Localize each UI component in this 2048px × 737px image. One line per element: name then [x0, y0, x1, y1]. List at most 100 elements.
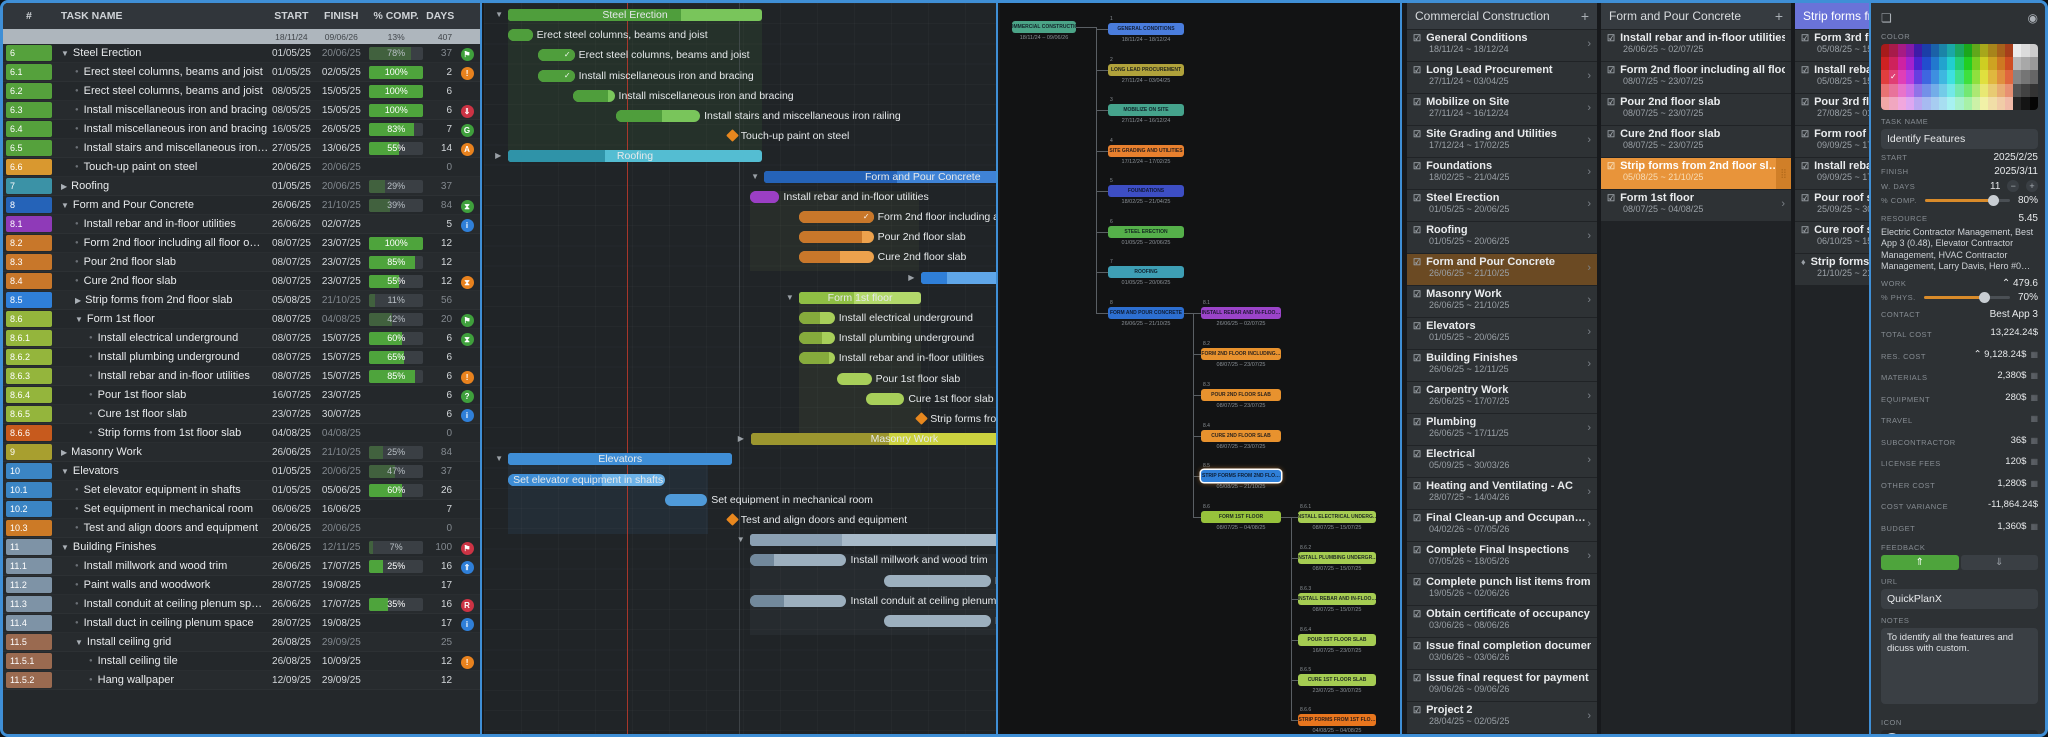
chevron-right-icon[interactable]: › [1587, 422, 1591, 434]
color-swatch[interactable] [1938, 70, 1948, 84]
table-row[interactable]: 10.2 ● Set equipment in mechanical room 06/… [3, 500, 480, 519]
cost-value[interactable]: 13,224.24$ [1990, 327, 2038, 338]
gantt-task-bar[interactable] [749, 594, 847, 607]
gantt-task-bar[interactable] [615, 110, 701, 122]
color-swatch[interactable] [2029, 96, 2038, 110]
chevron-right-icon[interactable]: › [1587, 198, 1591, 210]
color-swatch[interactable] [1955, 57, 1964, 71]
color-swatch[interactable] [1922, 70, 1931, 84]
pcomp-slider[interactable] [1924, 195, 2010, 206]
cost-grid-icon[interactable]: ▦ [2030, 436, 2038, 445]
flag-green-icon[interactable]: ⚑ [460, 314, 474, 327]
network-node[interactable]: INSTALL REBAR AND IN-FLOO… [1201, 307, 1281, 319]
color-swatch[interactable] [1922, 96, 1931, 110]
color-swatch[interactable] [2029, 83, 2038, 97]
color-swatch[interactable] [1938, 57, 1948, 71]
cost-value[interactable]: ▦ [2026, 413, 2038, 424]
color-swatch[interactable] [2004, 44, 2014, 58]
chevron-right-icon[interactable]: › [1587, 134, 1591, 146]
chevron-right-icon[interactable]: › [1587, 38, 1591, 50]
color-swatch[interactable] [2013, 83, 2022, 97]
color-swatch[interactable] [2021, 57, 2030, 71]
kanban-card[interactable]: ☑ Carpentry Work 26/06/25 ~ 17/07/25 › [1407, 382, 1597, 413]
color-swatch[interactable] [1947, 96, 1956, 110]
table-row[interactable]: 11 ▼ Building Finishes 26/06/25 12/11/25 7% 10… [3, 538, 480, 557]
table-row[interactable]: 6.3 ● Install miscellaneous iron and braci… [3, 101, 480, 120]
chevron-right-icon[interactable]: › [1587, 454, 1591, 466]
color-swatch[interactable] [1988, 96, 1997, 110]
color-swatch[interactable] [1905, 44, 1915, 58]
start-value[interactable]: 2025/2/25 [1994, 152, 2039, 163]
caret-down-icon[interactable]: ▼ [75, 638, 83, 647]
color-swatch[interactable] [2021, 70, 2030, 84]
gantt-task-bar[interactable] [884, 615, 991, 627]
color-swatch[interactable] [1963, 96, 1972, 110]
color-swatch[interactable] [1938, 83, 1948, 97]
color-swatch[interactable] [1922, 83, 1931, 97]
color-swatch[interactable] [1971, 57, 1981, 71]
gantt-task-bar[interactable] [572, 89, 615, 102]
color-swatch[interactable] [1971, 83, 1981, 97]
kanban-card[interactable]: ☑ Strip forms from 2nd floor sl… 05/08/25 … [1601, 158, 1791, 189]
cost-grid-icon[interactable]: ▦ [2030, 371, 2038, 380]
kanban-card[interactable]: ☑ Issue final request for payment 09/06/26… [1407, 670, 1597, 701]
color-swatch[interactable] [1930, 70, 1939, 84]
table-row[interactable]: 10.3 ● Test and align doors and equipment 2… [3, 519, 480, 538]
color-swatch[interactable] [1980, 70, 1989, 84]
gantt-collapse-icon[interactable]: ▼ [786, 292, 794, 304]
gantt-collapse-icon[interactable]: ▼ [737, 534, 745, 546]
column-header-finish[interactable]: FINISH [316, 10, 366, 22]
panel-play-icon[interactable]: ◉ [2028, 11, 2038, 25]
table-row[interactable]: 8.6 ▼ Form 1st floor 08/07/25 04/08/25 42% 20 ⚑ [3, 310, 480, 329]
info-blue-icon[interactable]: i [460, 618, 474, 631]
color-swatch[interactable] [2029, 57, 2038, 71]
table-row[interactable]: 6.2 ● Erect steel columns, beams and joist… [3, 82, 480, 101]
network-node[interactable]: STEEL ERECTION [1108, 226, 1184, 238]
network-node[interactable]: MOBILIZE ON SITE [1108, 104, 1184, 116]
network-node[interactable]: ROOFING [1108, 266, 1184, 278]
color-swatch[interactable] [1881, 44, 1890, 58]
caret-right-icon[interactable]: ▶ [75, 296, 81, 305]
network-node[interactable]: STRIP FORMS FROM 2ND FLO… [1201, 470, 1281, 482]
table-row[interactable]: 8.2 ● Form 2nd floor including all floor o… [3, 234, 480, 253]
gantt-collapse-icon[interactable]: ▼ [495, 453, 503, 465]
table-row[interactable]: 11.5.1 ● Install ceiling tile 26/08/25 10/09… [3, 652, 480, 671]
hourglass-orange-icon[interactable]: ⧗ [460, 276, 474, 289]
pphys-slider[interactable] [1923, 292, 2010, 303]
chevron-right-icon[interactable]: › [1587, 390, 1591, 402]
color-swatch[interactable] [1889, 83, 1898, 97]
chevron-right-icon[interactable]: › [1587, 294, 1591, 306]
table-row[interactable]: 10.1 ● Set elevator equipment in shafts 01/… [3, 481, 480, 500]
network-node[interactable]: GENERAL CONDITIONS [1108, 23, 1184, 35]
color-swatch[interactable] [1988, 70, 1997, 84]
milestone-diamond[interactable] [725, 513, 739, 526]
table-row[interactable]: 8.5 ▶ Strip forms from 2nd floor slab 05/08… [3, 291, 480, 310]
color-swatch[interactable] [1996, 44, 2005, 58]
gantt-task-bar[interactable] [798, 332, 835, 345]
color-swatch[interactable] [1905, 96, 1915, 110]
chevron-right-icon[interactable]: › [1587, 518, 1591, 530]
gantt-task-bar[interactable] [866, 392, 905, 405]
color-swatch[interactable] [1955, 83, 1964, 97]
cost-value[interactable]: 120$ ▦ [2005, 456, 2038, 467]
column-header-task-name[interactable]: TASK NAME [55, 10, 267, 22]
g-green-icon[interactable]: G [460, 124, 474, 137]
flag-green-icon[interactable]: ⚑ [460, 48, 474, 61]
cost-value[interactable]: 36$ ▦ [2011, 435, 2038, 446]
url-input[interactable]: QuickPlanX [1881, 588, 2038, 609]
chevron-right-icon[interactable]: › [1587, 230, 1591, 242]
network-node[interactable]: STRIP FORMS FROM 1ST FLO… [1298, 714, 1376, 726]
network-node[interactable]: LONG LEAD PROCUREMENT [1108, 64, 1184, 76]
color-swatch[interactable] [1996, 57, 2005, 71]
gantt-task-bar[interactable] [798, 312, 835, 324]
kanban-card[interactable]: ☑ Site Grading and Utilities 17/12/24 ~ 17… [1407, 126, 1597, 157]
kanban-card[interactable]: ☑ Form and Pour Concrete 26/06/25 ~ 21/10/… [1407, 254, 1597, 285]
r-red-icon[interactable]: R [460, 599, 474, 612]
cost-value[interactable]: 1,360$ ▦ [1997, 521, 2038, 532]
gantt-collapse-icon[interactable]: ▼ [751, 171, 759, 183]
chevron-right-icon[interactable]: › [1587, 486, 1591, 498]
hourglass-green-icon[interactable]: ⧗ [460, 333, 474, 346]
cost-value[interactable]: 2,380$ ▦ [1997, 370, 2038, 381]
table-row[interactable]: 10 ▼ Elevators 01/05/25 20/06/25 47% 37 [3, 462, 480, 481]
gantt-summary-bar[interactable] [749, 534, 996, 547]
